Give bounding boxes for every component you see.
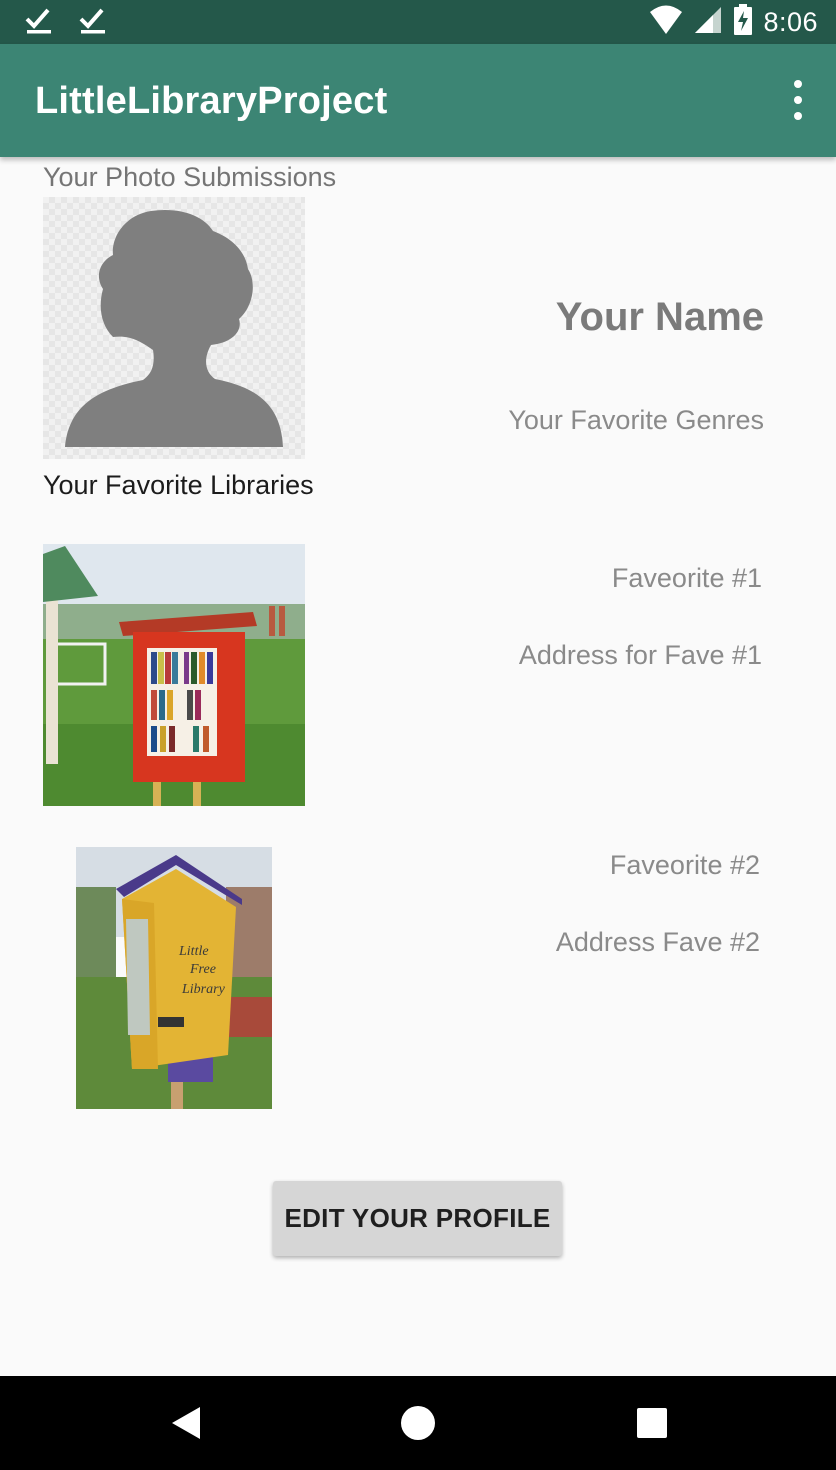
svg-text:Library: Library [181,982,226,997]
favorite-library-2-photo[interactable]: Little Free Library [76,847,272,1109]
overflow-dot-icon [794,80,802,88]
favorite-library-1-photo[interactable] [43,544,305,806]
profile-name: Your Name [555,295,764,339]
app-title: LittleLibraryProject [35,80,388,122]
wifi-icon [649,5,683,40]
battery-charging-icon [733,4,753,41]
back-triangle-icon [172,1407,200,1439]
status-notifications [24,6,108,41]
favorite-libraries-label: Your Favorite Libraries [43,470,314,500]
status-time: 8:06 [763,7,818,37]
app-bar: LittleLibraryProject [0,44,836,157]
back-button[interactable] [166,1403,206,1443]
home-circle-icon [401,1406,435,1440]
photo-submissions-label: Your Photo Submissions [43,162,337,192]
edit-profile-button[interactable]: EDIT YOUR PROFILE [273,1181,562,1256]
favorite-2-address: Address Fave #2 [555,927,760,957]
favorite-1-address: Address for Fave #1 [518,640,762,670]
overflow-dot-icon [794,112,802,120]
profile-avatar[interactable] [43,197,305,459]
check-notification-icon [78,6,108,41]
favorite-1-title: Faveorite #1 [611,563,762,593]
overflow-menu-button[interactable] [788,80,808,120]
cellular-signal-icon [693,5,723,40]
yellow-little-library-image: Little Free Library [76,847,272,1109]
system-navigation-bar [0,1376,836,1470]
red-little-library-image [43,544,305,806]
overflow-dot-icon [794,96,802,104]
home-button[interactable] [398,1403,438,1443]
svg-text:Free: Free [189,962,216,977]
recents-square-icon [637,1408,667,1438]
person-silhouette-icon [65,209,283,447]
status-indicators: 8:06 [649,4,818,41]
library-sign-text: Little [178,944,209,959]
favorite-genres-text: Your Favorite Genres [508,405,764,435]
status-bar: 8:06 [0,0,836,44]
recents-button[interactable] [632,1403,672,1443]
favorite-2-title: Faveorite #2 [609,850,760,880]
check-notification-icon [24,6,54,41]
